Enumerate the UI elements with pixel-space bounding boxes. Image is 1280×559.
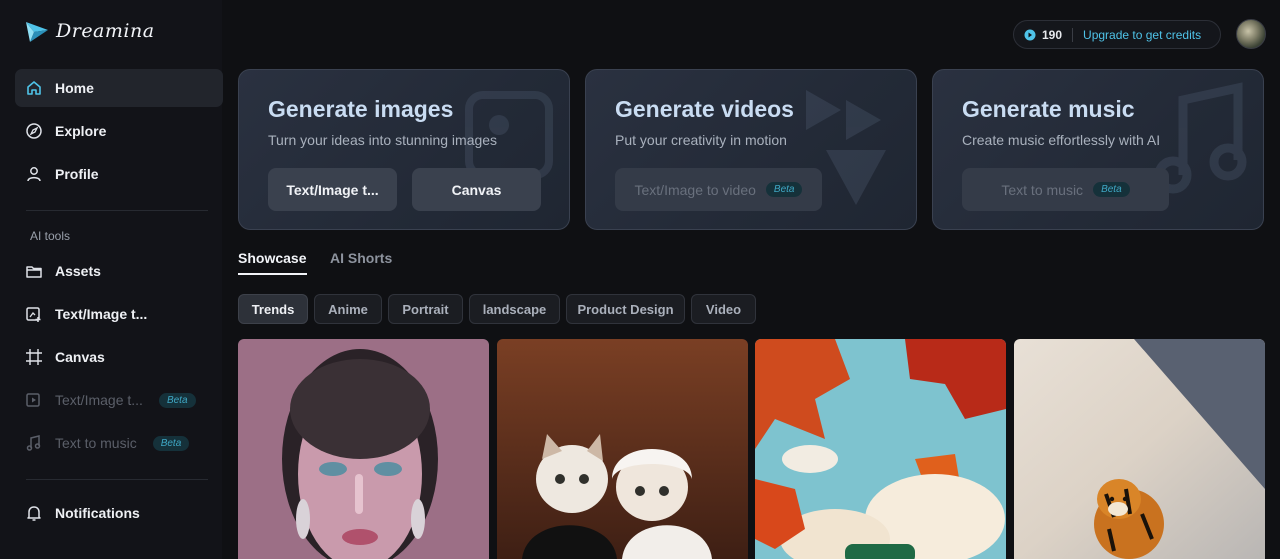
- showcase-image-cat-couple[interactable]: [497, 339, 748, 559]
- showcase-image-glass-portrait[interactable]: [238, 339, 489, 559]
- card-generate-videos: Generate videos Put your creativity in m…: [585, 69, 917, 230]
- canvas-button[interactable]: Canvas: [412, 168, 541, 211]
- tool-assets-label: Assets: [55, 263, 101, 279]
- dreamina-logo-icon: [26, 22, 48, 42]
- logo[interactable]: Dreamina: [24, 18, 155, 44]
- card-subtitle: Turn your ideas into stunning images: [268, 132, 498, 148]
- text-to-music-button[interactable]: Text to music Beta: [962, 168, 1169, 211]
- canvas-button-label: Canvas: [451, 181, 502, 198]
- bell-icon: [27, 506, 41, 521]
- ai-tools-label: AI tools: [30, 229, 71, 243]
- tool-text-image[interactable]: Text/Image t...: [15, 295, 223, 333]
- tab-ai-shorts[interactable]: AI Shorts: [330, 250, 392, 266]
- beta-badge: Beta: [152, 435, 190, 451]
- tab-underline: [238, 273, 307, 275]
- explore-icon: [26, 123, 42, 139]
- profile-icon: [27, 167, 41, 182]
- chip-landscape[interactable]: landscape: [469, 294, 560, 324]
- card-title: Generate images: [268, 96, 454, 122]
- tab-showcase[interactable]: Showcase: [238, 250, 306, 266]
- beta-badge: Beta: [765, 182, 803, 197]
- card-title: Generate videos: [615, 96, 794, 122]
- tool-canvas-label: Canvas: [55, 349, 105, 365]
- text-image-button-label: Text/Image t...: [286, 181, 379, 198]
- tool-text-image-label: Text/Image t...: [55, 306, 148, 322]
- canvas-icon: [26, 349, 42, 365]
- nav-profile[interactable]: Profile: [15, 155, 223, 193]
- nav-home-label: Home: [55, 80, 94, 96]
- text-image-to-video-button[interactable]: Text/Image to video Beta: [615, 168, 822, 211]
- nav-profile-label: Profile: [55, 166, 99, 182]
- music-note-icon: [26, 435, 41, 451]
- tool-text-to-music[interactable]: Text to music Beta: [15, 424, 223, 462]
- credits-separator: [1072, 27, 1074, 42]
- nav-notifications-label: Notifications: [55, 505, 140, 521]
- tool-text-to-music-label: Text to music: [55, 435, 137, 451]
- nav-notifications[interactable]: Notifications: [15, 494, 223, 532]
- logo-text: Dreamina: [56, 20, 155, 42]
- sidebar-divider: [26, 479, 208, 480]
- folder-icon: [26, 266, 42, 278]
- tool-assets[interactable]: Assets: [15, 252, 223, 290]
- credits-count: 190: [1042, 27, 1063, 42]
- image-generate-icon: [26, 307, 41, 322]
- nav-explore-label: Explore: [55, 123, 107, 139]
- text-to-music-label: Text to music: [1001, 181, 1084, 198]
- chip-trends[interactable]: Trends: [238, 294, 308, 324]
- chip-product-design[interactable]: Product Design: [566, 294, 685, 324]
- showcase-image-tiger[interactable]: [1014, 339, 1265, 559]
- avatar[interactable]: [1236, 19, 1266, 49]
- card-generate-music: Generate music Create music effortlessly…: [932, 69, 1264, 230]
- text-image-button[interactable]: Text/Image t...: [268, 168, 397, 211]
- beta-badge: Beta: [158, 392, 196, 408]
- showcase-image-autumn-leaves[interactable]: [755, 339, 1006, 559]
- upgrade-link[interactable]: Upgrade to get credits: [1083, 28, 1201, 42]
- card-generate-images: Generate images Turn your ideas into stu…: [238, 69, 570, 230]
- card-subtitle: Create music effortlessly with AI: [962, 132, 1161, 148]
- home-icon: [27, 81, 41, 95]
- tool-text-image-video-label: Text/Image t...: [55, 392, 143, 408]
- tool-text-image-video[interactable]: Text/Image t... Beta: [15, 381, 223, 419]
- nav-explore[interactable]: Explore: [15, 112, 223, 150]
- sidebar: Dreamina Home Explore Profile AI tools A…: [0, 0, 223, 559]
- card-title: Generate music: [962, 96, 1135, 122]
- credits-pill[interactable]: 190 Upgrade to get credits: [1013, 20, 1221, 49]
- beta-badge: Beta: [1093, 182, 1130, 197]
- card-subtitle: Put your creativity in motion: [615, 132, 787, 148]
- chip-portrait[interactable]: Portrait: [388, 294, 463, 324]
- video-generate-icon: [26, 393, 40, 407]
- chip-video[interactable]: Video: [691, 294, 756, 324]
- sidebar-divider: [26, 210, 208, 211]
- nav-home[interactable]: Home: [15, 69, 223, 107]
- text-image-to-video-label: Text/Image to video: [634, 181, 756, 198]
- tool-canvas[interactable]: Canvas: [15, 338, 223, 376]
- chip-anime[interactable]: Anime: [314, 294, 382, 324]
- credit-icon: [1024, 29, 1036, 40]
